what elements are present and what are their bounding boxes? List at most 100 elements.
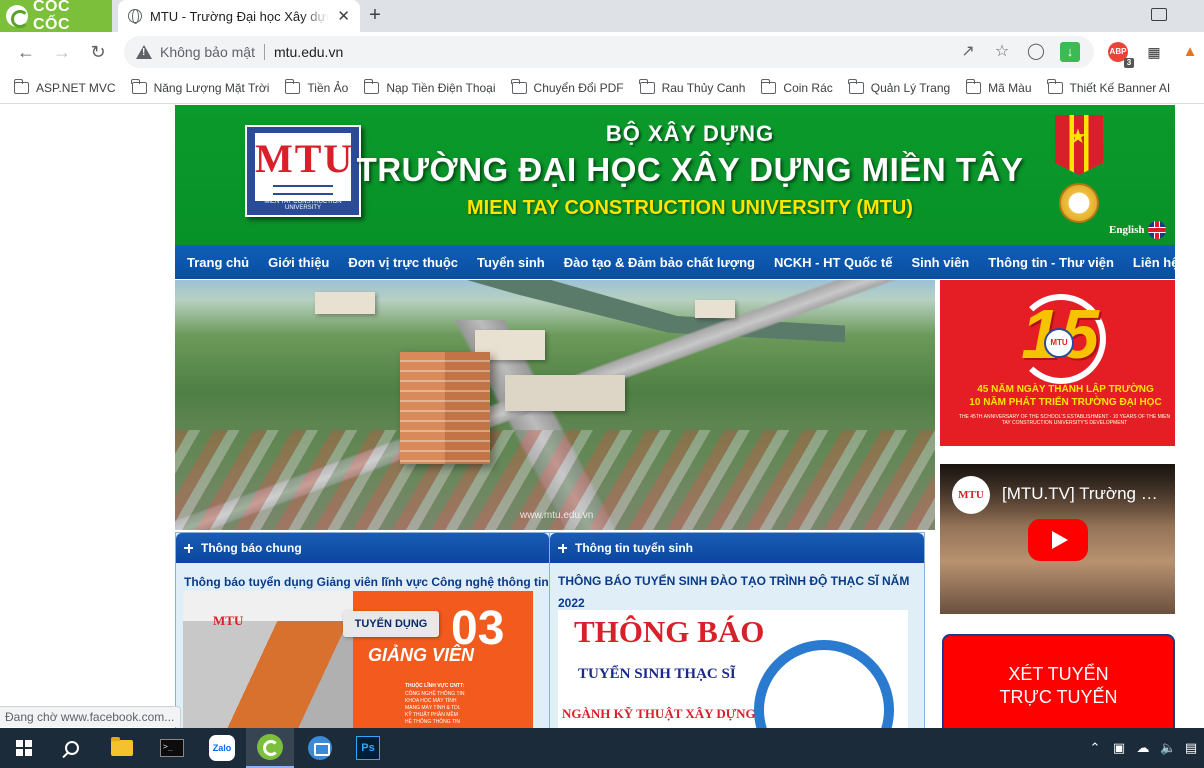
folder-icon <box>284 78 301 94</box>
bullet-icon <box>558 543 567 553</box>
anniversary-banner[interactable]: 15 MTU 45 NĂM NGÀY THÀNH LẬP TRƯỜNG 10 N… <box>940 280 1175 446</box>
poster-field: THUỘC LĨNH VỰC CNTT: <box>405 683 465 689</box>
bookmark-item[interactable]: Coin Rác <box>760 78 833 95</box>
panel-header: Thông tin tuyển sinh <box>550 533 924 563</box>
forward-arrow-icon[interactable]: → <box>50 40 74 64</box>
adblock-label: ABP <box>1109 47 1127 56</box>
nav-item-research[interactable]: NCKH - HT Quốc tế <box>774 255 892 270</box>
nav-item-training[interactable]: Đào tạo & Đảm bảo chất lượng <box>564 255 755 270</box>
nav-item-units[interactable]: Đơn vị trực thuộc <box>348 255 458 270</box>
tab-search-icon[interactable] <box>1150 6 1168 24</box>
tab-active[interactable]: MTU - Trường Đại học Xây dựng Miền Tây ✕ <box>118 0 360 32</box>
volume-icon[interactable]: 🔈 <box>1160 740 1176 756</box>
taskbar-terminal[interactable]: >_ <box>148 728 196 768</box>
hero-building <box>505 375 625 411</box>
star-icon[interactable]: ☆ <box>992 42 1012 62</box>
nav-item-home[interactable]: Trang chủ <box>187 255 249 270</box>
bookmark-label: Năng Lượng Mặt Trời <box>153 80 270 95</box>
anniversary-badge: MTU <box>1044 328 1074 358</box>
reload-icon[interactable]: ↻ <box>86 40 110 64</box>
panel-header: Thông báo chung <box>176 533 549 563</box>
nav-item-about[interactable]: Giới thiệu <box>268 255 329 270</box>
bookmark-item[interactable]: Rau Thủy Canh <box>639 78 746 95</box>
coccoc-icon <box>257 734 283 760</box>
recruitment-poster-image[interactable]: MTU TUYỂN DỤNG 03 GIẢNG VIÊN THUỘC LĨNH … <box>183 591 533 728</box>
admission-link[interactable]: THÔNG BÁO TUYỂN SINH ĐÀO TẠO TRÌNH ĐỘ TH… <box>550 563 924 614</box>
nav-item-students[interactable]: Sinh viên <box>911 255 969 270</box>
bookmark-label: Quản Lý Trang <box>870 80 951 95</box>
poster-role: GIẢNG VIÊN <box>368 645 475 665</box>
nav-item-library[interactable]: Thông tin - Thư viện <box>988 255 1114 270</box>
folder-icon <box>1047 78 1063 94</box>
poster-field-item: KỸ THUẬT PHẦN MỀM <box>405 712 458 718</box>
bookmark-item[interactable]: Tiền Ảo <box>284 78 348 95</box>
nav-item-contact[interactable]: Liên hệ <box>1133 255 1179 270</box>
metamask-fox-icon[interactable]: ▲ <box>1180 42 1200 62</box>
bookmark-item[interactable]: Quản Lý Trang <box>848 78 951 95</box>
coccoc-menu-button[interactable]: CỐC CỐC <box>0 0 112 33</box>
back-arrow-icon[interactable]: ← <box>14 40 38 64</box>
folder-icon <box>511 78 527 94</box>
taskbar-photoshop[interactable]: Ps <box>344 728 392 768</box>
new-tab-button[interactable]: + <box>364 4 386 26</box>
adblock-extension-icon[interactable]: ABP 3 <box>1108 42 1134 68</box>
windows-taskbar: >_ Zalo Ps ⌃ ▣ ☁ 🔈 ▤ <box>0 728 1204 768</box>
apply-line-1: XÉT TUYỂN <box>1008 664 1109 684</box>
bookmark-label: Rau Thủy Canh <box>661 80 746 95</box>
play-button-icon[interactable] <box>1028 519 1088 561</box>
chevron-up-icon[interactable]: ⌃ <box>1088 740 1102 756</box>
admission-notice-image[interactable]: THÔNG BÁO TUYỂN SINH THẠC SĨ NGÀNH KỸ TH… <box>558 610 908 728</box>
folder-icon <box>13 78 29 94</box>
panel-title: Thông báo chung <box>201 541 302 555</box>
search-icon <box>65 741 79 755</box>
hero-aerial-image[interactable]: www.mtu.edu.vn <box>175 280 935 530</box>
taskbar-file-explorer[interactable] <box>98 728 146 768</box>
qr-code-icon[interactable]: ▦ <box>1144 42 1164 62</box>
device-icon[interactable]: ▣ <box>1112 740 1126 756</box>
notice-link[interactable]: Thông báo tuyển dụng Giảng viên lĩnh vực… <box>176 563 549 593</box>
network-icon[interactable]: ▤ <box>1184 740 1198 756</box>
online-application-button[interactable]: XÉT TUYỂN TRỰC TUYẾN <box>942 634 1175 728</box>
bookmark-label: ASP.NET MVC <box>36 80 116 95</box>
status-bar: Đang chờ www.facebook.com... <box>0 706 182 727</box>
video-title[interactable]: [MTU.TV] Trường Đại học Xây dựng Miền Tâ… <box>1002 484 1162 504</box>
notice-circle-graphic <box>754 640 894 728</box>
poster-field-item: HỆ THỐNG THÔNG TIN <box>405 719 461 725</box>
bookmark-item[interactable]: Nạp Tiền Điện Thoại <box>363 78 496 95</box>
bookmark-item[interactable]: Thiết Kế Banner AI <box>1047 78 1170 95</box>
tab-close-icon[interactable]: ✕ <box>337 7 350 25</box>
bookmark-label: Nạp Tiền Điện Thoại <box>386 80 496 95</box>
system-tray: ⌃ ▣ ☁ 🔈 ▤ <box>1088 728 1204 768</box>
url-text[interactable]: mtu.edu.vn <box>274 44 343 60</box>
security-label[interactable]: Không bảo mật <box>160 44 255 60</box>
browser-brand: CỐC CỐC <box>32 0 71 33</box>
start-button[interactable] <box>0 728 48 768</box>
taskbar-app[interactable] <box>296 728 344 768</box>
poster-building <box>183 621 363 728</box>
bookmark-item[interactable]: ASP.NET MVC <box>13 78 116 95</box>
cloud-icon[interactable]: ☁ <box>1136 740 1150 756</box>
english-language-link[interactable]: English <box>1109 221 1167 239</box>
address-bar[interactable]: Không bảo mật mtu.edu.vn ↗ ☆ ◯ ↓ <box>124 36 1094 68</box>
hero-watermark: www.mtu.edu.vn <box>520 510 594 521</box>
bookmark-item[interactable]: Chuyển Đổi PDF <box>511 78 624 95</box>
channel-avatar[interactable]: MTU <box>952 476 990 514</box>
anniversary-line-1: 45 NĂM NGÀY THÀNH LẬP TRƯỜNG <box>977 384 1154 395</box>
taskbar-coccoc[interactable] <box>246 728 294 768</box>
poster-field-item: KHOA HỌC MÁY TÍNH <box>405 698 457 704</box>
youtube-video-embed[interactable]: MTU [MTU.TV] Trường Đại học Xây dựng Miề… <box>940 464 1175 614</box>
bookmark-item[interactable]: Mã Màu <box>965 78 1032 95</box>
download-icon[interactable]: ↓ <box>1060 42 1080 62</box>
share-icon[interactable]: ↗ <box>958 42 978 62</box>
warning-icon[interactable] <box>136 45 152 59</box>
nav-item-admissions[interactable]: Tuyển sinh <box>477 255 545 270</box>
panel-title: Thông tin tuyển sinh <box>575 541 693 555</box>
university-name: TRƯỜNG ĐẠI HỌC XÂY DỰNG MIỀN TÂY <box>356 151 1024 188</box>
bookmark-item[interactable]: Năng Lượng Mặt Trời <box>131 78 270 95</box>
shield-icon[interactable]: ◯ <box>1026 42 1046 62</box>
taskbar-zalo[interactable]: Zalo <box>198 728 246 768</box>
taskbar-search-button[interactable] <box>48 728 96 768</box>
folder-icon <box>639 78 655 94</box>
tab-strip: CỐC CỐC MTU - Trường Đại học Xây dựng Mi… <box>0 0 1204 33</box>
bookmark-label: Mã Màu <box>988 80 1032 95</box>
